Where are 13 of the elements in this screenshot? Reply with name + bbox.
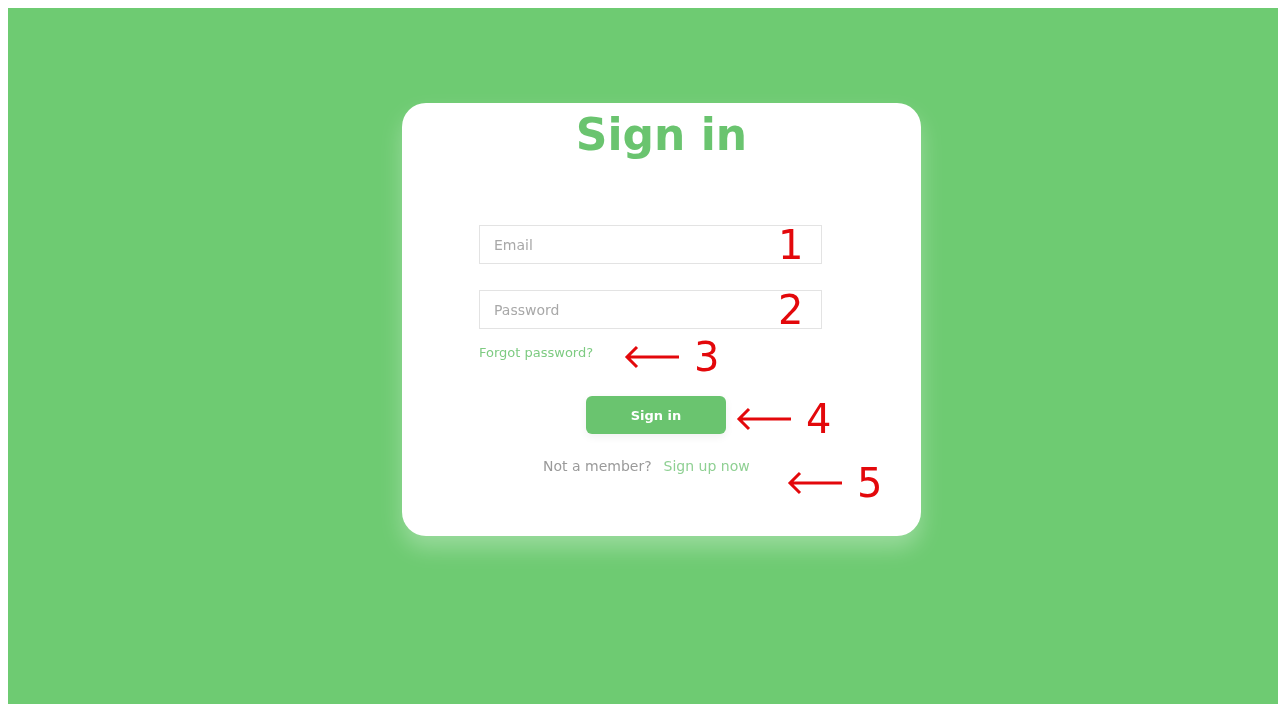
- sign-up-link[interactable]: Sign up now: [663, 458, 750, 474]
- annotation-number: 4: [806, 399, 832, 439]
- annotation-arrow: [736, 407, 792, 431]
- forgot-password-link[interactable]: Forgot password?: [479, 345, 594, 360]
- form-title: Sign in: [575, 109, 748, 161]
- annotation-number: 2: [778, 290, 804, 330]
- annotation-arrow: [787, 471, 843, 495]
- annotation-arrow: [624, 345, 680, 369]
- member-prompt: Not a member?: [543, 458, 652, 474]
- sign-in-button[interactable]: Sign in: [586, 396, 726, 434]
- annotation-number: 5: [857, 463, 883, 503]
- annotation-number: 1: [778, 225, 804, 265]
- annotation-number: 3: [694, 337, 720, 377]
